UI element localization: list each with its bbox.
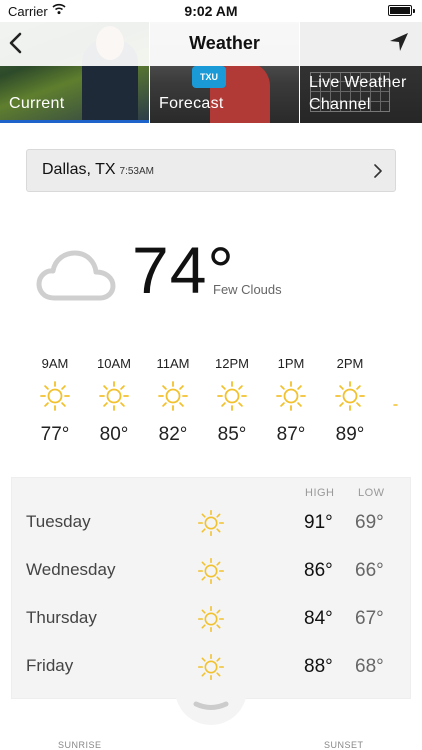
status-bar: Carrier 9:02 AM <box>0 0 422 22</box>
hour-temp: 87° <box>276 424 306 445</box>
sunrise-label: SUNRISE <box>58 740 102 750</box>
page-title: Weather <box>189 33 260 53</box>
sun-icon <box>158 381 188 411</box>
tab-forecast-label: Forecast <box>159 95 224 112</box>
sun-icon <box>197 557 225 585</box>
location-updated-time: 7:53AM <box>119 166 154 177</box>
sun-icon <box>393 404 398 406</box>
sun-icon <box>197 605 225 633</box>
tab-selected-indicator <box>0 120 149 123</box>
sun-icon <box>217 381 247 411</box>
hourly-item: 1PM 87° <box>266 356 316 446</box>
daily-row: Tuesday 91° 69° <box>12 500 412 548</box>
day-high: 84° <box>304 608 333 629</box>
hour-temp: 89° <box>335 424 365 445</box>
hourly-item: 9AM 77° <box>30 356 80 446</box>
day-low: 67° <box>355 608 384 629</box>
day-name: Tuesday <box>26 512 91 531</box>
current-condition: Few Clouds <box>213 282 282 297</box>
hour-label: 2PM <box>336 356 364 371</box>
daily-row: Thursday 84° 67° <box>12 596 412 644</box>
day-high: 86° <box>304 560 333 581</box>
hourly-item: 11AM 82° <box>148 356 198 446</box>
location-arrow-icon[interactable] <box>388 31 410 53</box>
daily-row: Wednesday 86° 66° <box>12 548 412 596</box>
day-high: 91° <box>304 512 333 533</box>
chevron-down-icon <box>193 701 229 710</box>
day-name: Wednesday <box>26 560 116 579</box>
sun-icon <box>276 381 306 411</box>
hour-temp: 82° <box>158 424 188 445</box>
sun-icon <box>99 381 129 411</box>
location-selector[interactable]: Dallas, TX 7:53AM <box>26 149 396 192</box>
hour-label: 1PM <box>277 356 305 371</box>
high-column-header: HIGH <box>305 487 335 499</box>
hourly-item: 10AM 80° <box>89 356 139 446</box>
expand-handle[interactable] <box>175 685 247 725</box>
hour-temp: 85° <box>217 424 247 445</box>
tab-live-label: Live Weather Channel <box>309 74 407 113</box>
day-low: 69° <box>355 512 384 533</box>
hourly-item: 12PM 85° <box>207 356 257 446</box>
sun-icon <box>335 381 365 411</box>
sun-icon <box>197 653 225 681</box>
status-time: 9:02 AM <box>184 3 238 19</box>
hour-label: 10AM <box>97 356 131 371</box>
daily-forecast[interactable]: HIGH LOW Tuesday 91° 69° Wednesday 86° 6… <box>11 477 411 699</box>
hour-temp: 80° <box>99 424 129 445</box>
location-city: Dallas, TX 7:53AM <box>42 161 154 179</box>
hour-temp: 77° <box>40 424 70 445</box>
cloud-icon <box>36 250 116 301</box>
day-low: 68° <box>355 656 384 677</box>
sunset-label: SUNSET <box>324 740 364 750</box>
day-low: 66° <box>355 560 384 581</box>
battery-icon <box>388 5 415 16</box>
hour-label: 9AM <box>41 356 69 371</box>
sun-icon <box>40 381 70 411</box>
day-high: 88° <box>304 656 333 677</box>
hour-label: 12PM <box>215 356 249 371</box>
low-column-header: LOW <box>358 487 385 499</box>
day-name: Friday <box>26 656 74 675</box>
tab-current-label: Current <box>9 95 65 112</box>
chevron-right-icon <box>374 164 382 178</box>
sun-icon <box>197 509 225 537</box>
chevron-left-icon[interactable] <box>6 31 26 55</box>
day-name: Thursday <box>26 608 97 627</box>
header-tabs: Current TXU Forecast Live Weather Channe… <box>0 22 422 123</box>
city-name: Dallas, TX <box>42 161 116 178</box>
hourly-forecast[interactable]: 9AM 77° 10AM 80° 11AM 82° 12PM 85° 1PM 8… <box>0 356 422 456</box>
hour-label: 11AM <box>156 356 190 371</box>
hourly-item: 2PM 89° <box>325 356 375 446</box>
